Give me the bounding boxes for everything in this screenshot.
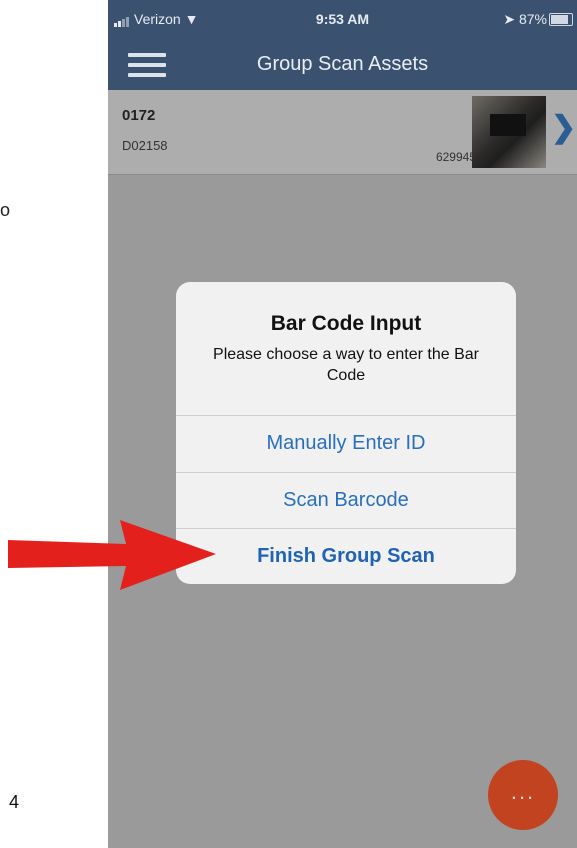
asset-thumbnail [472, 96, 546, 168]
asset-code: 629945 [435, 150, 476, 164]
chevron-right-icon[interactable]: ❯ [551, 110, 576, 145]
scan-barcode-button[interactable]: Scan Barcode [176, 472, 516, 528]
dialog-title: Bar Code Input [270, 312, 422, 335]
nav-title: Group Scan Assets [256, 53, 429, 75]
battery-percent: 87% [518, 11, 547, 27]
nav-bar: Group Scan Assets [108, 40, 577, 90]
asset-list-item[interactable]: 0172 D02158 629945 ❯ [108, 90, 577, 175]
barcode-input-dialog: Bar Code Input Please choose a way to en… [176, 282, 516, 584]
asset-subtitle: D02158 [122, 138, 168, 153]
location-arrow-icon: ➤ [503, 11, 516, 27]
more-options-button[interactable]: ... [488, 760, 558, 830]
document-text-fragment: o [0, 200, 11, 220]
manually-enter-id-button[interactable]: Manually Enter ID [176, 415, 516, 471]
phone-screen: Verizon ▼ 9:53 AM ➤ 87% Group Scan Asset… [108, 0, 577, 848]
dialog-message: Please choose a way to enter the Bar Cod… [213, 346, 479, 384]
red-arrow-annotation [8, 520, 216, 590]
battery-icon [549, 13, 573, 26]
asset-number: 0172 [122, 107, 156, 124]
finish-group-scan-button[interactable]: Finish Group Scan [176, 528, 516, 584]
status-bar: Verizon ▼ 9:53 AM ➤ 87% [108, 0, 577, 40]
battery-group: ➤ 87% [503, 11, 547, 28]
page-number: 4 [9, 792, 20, 812]
